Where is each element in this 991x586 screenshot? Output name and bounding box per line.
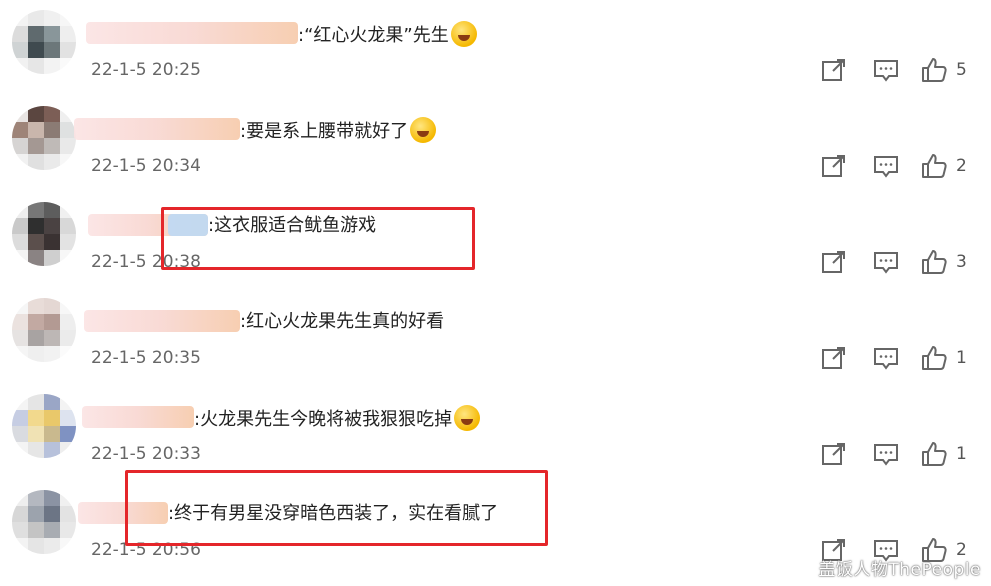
like-count: 5 [956,60,967,80]
comment-row-5: :火龙果先生今晚将被我狠狠吃掉 22-1-5 20:33 1 [0,384,991,480]
comment-time: 22-1-5 20:34 [91,156,201,176]
comment-time: 22-1-5 20:25 [91,60,201,80]
watermark: 盖饭人物ThePeople [818,560,981,580]
share-icon[interactable] [820,344,848,372]
avatar[interactable] [12,490,76,554]
avatar[interactable] [12,202,76,266]
share-icon[interactable] [820,440,848,468]
highlight-box-2 [125,470,548,546]
avatar[interactable] [12,394,76,458]
like-count: 2 [956,156,967,176]
like-icon[interactable] [920,248,948,276]
username-blurred[interactable] [86,22,298,44]
comment-text: :“红心火龙果”先生 [298,21,477,49]
like-icon[interactable] [920,152,948,180]
reply-icon[interactable] [872,344,900,372]
highlight-box-1 [161,207,475,270]
comment-time: 22-1-5 20:35 [91,348,201,368]
share-icon[interactable] [820,248,848,276]
like-count: 1 [956,444,967,464]
comment-text: :要是系上腰带就好了 [240,117,437,145]
avatar[interactable] [12,10,76,74]
reply-icon[interactable] [872,440,900,468]
share-icon[interactable] [820,152,848,180]
like-count: 3 [956,252,967,272]
like-icon[interactable] [920,440,948,468]
username-blurred[interactable] [82,406,194,428]
avatar[interactable] [12,106,76,170]
comment-row-3: :这衣服适合鱿鱼游戏 22-1-5 20:38 3 [0,192,991,288]
crying-emoji-icon [410,117,437,143]
screaming-emoji-icon [454,405,481,431]
comment-row-4: :红心火龙果先生真的好看 22-1-5 20:35 1 [0,288,991,384]
comment-text: :火龙果先生今晚将被我狠狠吃掉 [194,405,481,433]
username-blurred[interactable] [74,118,240,140]
like-count: 1 [956,348,967,368]
avatar[interactable] [12,298,76,362]
like-icon[interactable] [920,56,948,84]
like-icon[interactable] [920,344,948,372]
comment-time: 22-1-5 20:33 [91,444,201,464]
reply-icon[interactable] [872,152,900,180]
laughing-tears-emoji-icon [450,21,477,47]
reply-icon[interactable] [872,248,900,276]
comment-row-2: :要是系上腰带就好了 22-1-5 20:34 2 [0,96,991,192]
username-blurred[interactable] [84,310,240,332]
comment-row-1: :“红心火龙果”先生 22-1-5 20:25 5 [0,0,991,96]
share-icon[interactable] [820,56,848,84]
comment-text: :红心火龙果先生真的好看 [240,311,445,332]
reply-icon[interactable] [872,56,900,84]
